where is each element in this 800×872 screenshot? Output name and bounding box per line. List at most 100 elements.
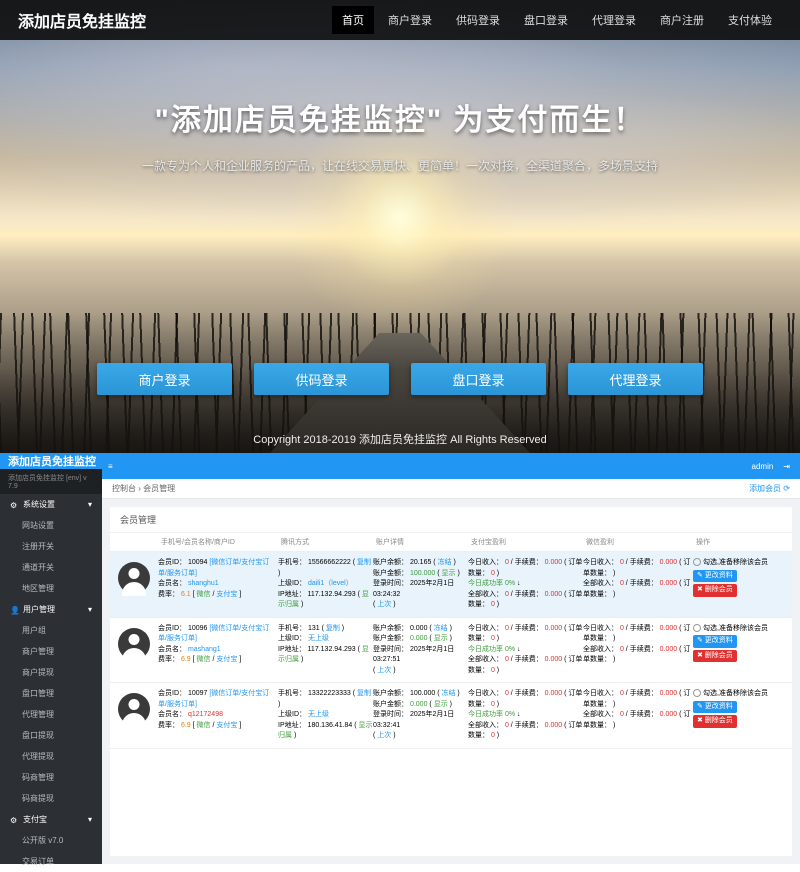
cell-account: 账户余额： 0.000 ( 冻结 )账户金额： 0.000 ( 显示 )登录时间… bbox=[373, 624, 468, 677]
cell-info: 会员ID： 10097 [微信订单/支付宝订单/服务订单]会员名： q12172… bbox=[158, 689, 278, 742]
nav-merchant-register[interactable]: 商户注册 bbox=[650, 6, 714, 34]
cell-tencent: 手机号： 15566662222 ( 复制 )上级ID： daili1（leve… bbox=[278, 558, 373, 611]
delete-button[interactable]: ✖ 删除会员 bbox=[693, 715, 737, 728]
nav-home[interactable]: 首页 bbox=[332, 6, 374, 34]
member-name[interactable]: shanghu1 bbox=[188, 580, 219, 587]
card-title: 会员管理 bbox=[110, 507, 792, 533]
th-wechat: 微信盈利 bbox=[583, 537, 693, 547]
sidebar-item[interactable]: 商户管理 bbox=[0, 641, 102, 662]
avatar bbox=[118, 628, 150, 660]
nav-agent-login[interactable]: 代理登录 bbox=[582, 6, 646, 34]
brand-title: 添加店员免挂监控 bbox=[18, 8, 146, 32]
sidebar-item[interactable]: 商户提现 bbox=[0, 662, 102, 683]
sidebar-item[interactable]: 代理管理 bbox=[0, 704, 102, 725]
cta-desk-login[interactable]: 盘口登录 bbox=[411, 363, 546, 395]
sidebar-item[interactable]: 网站设置 bbox=[0, 515, 102, 536]
order-links[interactable]: [微信订单/支付宝订单/服务订单] bbox=[158, 690, 269, 708]
table-row: 会员ID： 10097 [微信订单/支付宝订单/服务订单]会员名： q12172… bbox=[110, 683, 792, 749]
add-member-button[interactable]: 添加会员 ⟳ bbox=[749, 483, 790, 494]
hero-subtitle: 一款专为个人和企业服务的产品，让在线交易更快、更简单！一次对接，全渠道聚合，多场… bbox=[0, 157, 800, 174]
sidebar-version: 添加店员免挂监控 [env] v 7.9 bbox=[0, 469, 102, 494]
th-alipay: 支付宝盈利 bbox=[468, 537, 583, 547]
delete-button[interactable]: ✖ 删除会员 bbox=[693, 584, 737, 597]
th-ops: 操作 bbox=[693, 537, 784, 547]
sidebar-item[interactable]: 码商提现 bbox=[0, 788, 102, 809]
admin-user[interactable]: admin bbox=[752, 462, 774, 471]
sidebar-item[interactable]: ⚙系统设置▾ bbox=[0, 494, 102, 515]
cta-agent-login[interactable]: 代理登录 bbox=[568, 363, 703, 395]
nav-supply-login[interactable]: 供码登录 bbox=[446, 6, 510, 34]
nav-pay-demo[interactable]: 支付体验 bbox=[718, 6, 782, 34]
th-info: 手机号/会员名称/商户ID bbox=[158, 537, 278, 547]
breadcrumb-root[interactable]: 控制台 bbox=[112, 484, 136, 493]
admin-panel: 添加店员免挂监控 添加店员免挂监控 [env] v 7.9 ⚙系统设置▾网站设置… bbox=[0, 453, 800, 864]
cell-ops: 勾选,准备移除该会员✎ 更改资料✖ 删除会员 bbox=[693, 689, 784, 742]
cell-info: 会员ID： 10096 [微信订单/支付宝订单/服务订单]会员名： mashan… bbox=[158, 624, 278, 677]
cta-merchant-login[interactable]: 商户登录 bbox=[97, 363, 232, 395]
avatar bbox=[118, 693, 150, 725]
admin-topbar: ≡ admin ⇥ bbox=[102, 453, 800, 479]
sidebar: 添加店员免挂监控 添加店员免挂监控 [env] v 7.9 ⚙系统设置▾网站设置… bbox=[0, 453, 102, 864]
top-navbar: 添加店员免挂监控 首页 商户登录 供码登录 盘口登录 代理登录 商户注册 支付体… bbox=[0, 0, 800, 40]
edit-button[interactable]: ✎ 更改资料 bbox=[693, 701, 737, 714]
sidebar-item[interactable]: 盘口提现 bbox=[0, 725, 102, 746]
sidebar-item[interactable]: 通道开关 bbox=[0, 557, 102, 578]
cell-wechat: 今日收入： 0 / 手续费： 0.000 ( 订单数量： )全部收入： 0 / … bbox=[583, 624, 693, 677]
delete-button[interactable]: ✖ 删除会员 bbox=[693, 650, 737, 663]
edit-button[interactable]: ✎ 更改资料 bbox=[693, 635, 737, 648]
cell-tencent: 手机号： 131 ( 复制 )上级ID： 无上级IP地址： 117.132.94… bbox=[278, 624, 373, 677]
chevron-down-icon: ▾ bbox=[88, 605, 92, 614]
sidebar-item[interactable]: 公开版 v7.0 bbox=[0, 830, 102, 851]
th-account: 账户详情 bbox=[373, 537, 468, 547]
cell-alipay: 今日收入： 0 / 手续费： 0.000 ( 订单数量： 0 )今日成功率 0%… bbox=[468, 689, 583, 742]
member-name[interactable]: mashang1 bbox=[188, 646, 221, 653]
cell-alipay: 今日收入： 0 / 手续费： 0.000 ( 订单数量： 0 )今日成功率 0%… bbox=[468, 558, 583, 611]
sidebar-item[interactable]: 地区管理 bbox=[0, 578, 102, 599]
sidebar-item[interactable]: 用户组 bbox=[0, 620, 102, 641]
cta-supply-login[interactable]: 供码登录 bbox=[254, 363, 389, 395]
edit-button[interactable]: ✎ 更改资料 bbox=[693, 570, 737, 583]
th-avatar bbox=[118, 537, 158, 547]
user-icon: 👤 bbox=[10, 606, 18, 614]
select-checkbox[interactable] bbox=[693, 558, 701, 566]
sidebar-item[interactable]: 盘口管理 bbox=[0, 683, 102, 704]
sidebar-item[interactable]: 注册开关 bbox=[0, 536, 102, 557]
select-checkbox[interactable] bbox=[693, 624, 701, 632]
th-tencent: 腾讯方式 bbox=[278, 537, 373, 547]
order-links[interactable]: [微信订单/支付宝订单/服务订单] bbox=[158, 559, 269, 577]
sidebar-item[interactable]: ⚙支付宝▾ bbox=[0, 809, 102, 830]
sidebar-item[interactable]: 代理提现 bbox=[0, 746, 102, 767]
cog-icon: ⚙ bbox=[10, 816, 18, 824]
member-card: 会员管理 手机号/会员名称/商户ID 腾讯方式 账户详情 支付宝盈利 微信盈利 … bbox=[110, 507, 792, 856]
menu-toggle-icon[interactable]: ≡ bbox=[108, 462, 113, 471]
cell-account: 账户余额： 100.000 ( 冻结 )账户金额： 0.000 ( 显示 )登录… bbox=[373, 689, 468, 742]
breadcrumb-current: 会员管理 bbox=[143, 484, 175, 493]
logout-icon[interactable]: ⇥ bbox=[783, 462, 790, 471]
sidebar-item[interactable]: 交易订单 bbox=[0, 851, 102, 872]
select-checkbox[interactable] bbox=[693, 689, 701, 697]
cell-ops: 勾选,准备移除该会员✎ 更改资料✖ 删除会员 bbox=[693, 624, 784, 677]
nav-merchant-login[interactable]: 商户登录 bbox=[378, 6, 442, 34]
cell-ops: 勾选,准备移除该会员✎ 更改资料✖ 删除会员 bbox=[693, 558, 784, 611]
order-links[interactable]: [微信订单/支付宝订单/服务订单] bbox=[158, 625, 269, 643]
cta-row: 商户登录 供码登录 盘口登录 代理登录 bbox=[0, 363, 800, 395]
sidebar-item[interactable]: 码商管理 bbox=[0, 767, 102, 788]
nav-desk-login[interactable]: 盘口登录 bbox=[514, 6, 578, 34]
cell-account: 账户余额： 20.165 ( 冻结 )账户金额： 100.000 ( 显示 )登… bbox=[373, 558, 468, 611]
breadcrumb: 控制台 › 会员管理 添加会员 ⟳ bbox=[102, 479, 800, 499]
hero-text: "添加店员免挂监控" 为支付而生！ 一款专为个人和企业服务的产品，让在线交易更快… bbox=[0, 95, 800, 174]
cell-wechat: 今日收入： 0 / 手续费： 0.000 ( 订单数量： )全部收入： 0 / … bbox=[583, 558, 693, 611]
cell-alipay: 今日收入： 0 / 手续费： 0.000 ( 订单数量： 0 )今日成功率 0%… bbox=[468, 624, 583, 677]
chevron-down-icon: ▾ bbox=[88, 500, 92, 509]
sidebar-item[interactable]: 👤用户管理▾ bbox=[0, 599, 102, 620]
cell-info: 会员ID： 10094 [微信订单/支付宝订单/服务订单]会员名： shangh… bbox=[158, 558, 278, 611]
cell-wechat: 今日收入： 0 / 手续费： 0.000 ( 订单数量： )全部收入： 0 / … bbox=[583, 689, 693, 742]
avatar bbox=[118, 562, 150, 594]
landing-hero: 添加店员免挂监控 首页 商户登录 供码登录 盘口登录 代理登录 商户注册 支付体… bbox=[0, 0, 800, 453]
hero-title: "添加店员免挂监控" 为支付而生！ bbox=[0, 95, 800, 139]
top-nav: 首页 商户登录 供码登录 盘口登录 代理登录 商户注册 支付体验 bbox=[332, 6, 782, 34]
member-name[interactable]: q12172498 bbox=[188, 711, 223, 718]
admin-main: ≡ admin ⇥ 控制台 › 会员管理 添加会员 ⟳ 会员管理 手机号/会员名… bbox=[102, 453, 800, 864]
sidebar-brand: 添加店员免挂监控 bbox=[0, 453, 102, 469]
table-row: 会员ID： 10096 [微信订单/支付宝订单/服务订单]会员名： mashan… bbox=[110, 618, 792, 684]
